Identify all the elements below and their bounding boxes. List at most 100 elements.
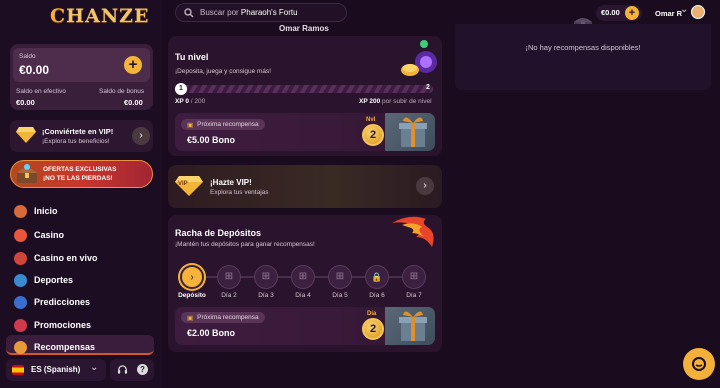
brand-logo[interactable]: CHANZE bbox=[50, 5, 150, 27]
vip-card-subtitle: Explora tus ventajas bbox=[210, 189, 269, 196]
deposit-step-arrow-icon[interactable]: › bbox=[180, 265, 204, 289]
streak-day-label: Día 7 bbox=[406, 292, 422, 299]
become-vip-card[interactable]: VIP ¡Hazte VIP! Explora tus ventajas › bbox=[168, 165, 442, 208]
sidebar-item-label: Casino en vivo bbox=[34, 253, 98, 263]
chat-icon bbox=[692, 357, 706, 371]
gift-icon: ⊞ bbox=[291, 265, 315, 289]
balance-label: Saldo bbox=[19, 53, 36, 60]
gift-icon: ⊞ bbox=[328, 265, 352, 289]
dice-icon bbox=[14, 251, 27, 265]
streak-reward-amount: €2.00 Bono bbox=[187, 328, 236, 338]
level-badge-coin: 2 bbox=[362, 124, 384, 146]
sidebar-item-label: Predicciones bbox=[34, 297, 91, 307]
vip-promo-row[interactable]: ¡Conviértete en VIP! ¡Explora tus benefi… bbox=[10, 120, 153, 152]
live-chat-button[interactable] bbox=[683, 348, 715, 380]
sidebar-item-label: Recompensas bbox=[34, 342, 96, 352]
streak-badge-label: Día bbox=[367, 311, 377, 317]
cash-balance-label: Saldo en efectivo bbox=[16, 88, 66, 95]
level-badge-label: Nvl bbox=[366, 117, 376, 123]
gem-icon bbox=[14, 318, 27, 332]
streak-badge-coin: 2 bbox=[362, 318, 384, 340]
vip-promo-title: ¡Conviértete en VIP! bbox=[42, 127, 114, 136]
level-reward-amount: €5.00 Bono bbox=[187, 135, 236, 145]
gift-icon: ⊞ bbox=[254, 265, 278, 289]
header-username[interactable]: Omar R bbox=[655, 9, 682, 18]
xp-progress-text: XP 0 / 200 bbox=[175, 98, 206, 105]
gift-icon bbox=[14, 340, 27, 354]
level-reward-box: ▣ Próxima recompensa €5.00 Bono Nvl 2 bbox=[175, 113, 435, 151]
sidebar-item-deportes[interactable]: Deportes bbox=[14, 271, 73, 289]
sidebar-item-predicciones[interactable]: Predicciones bbox=[14, 293, 90, 311]
search-input[interactable]: Pharaoh's Fortu bbox=[241, 8, 298, 17]
sidebar-item-label: Promociones bbox=[34, 320, 92, 330]
sidebar-item-inicio[interactable]: Inicio bbox=[14, 202, 58, 220]
vip-card-arrow-icon[interactable]: › bbox=[416, 177, 434, 195]
header-deposit-button[interactable]: + bbox=[625, 6, 639, 20]
streak-day-label: Día 5 bbox=[332, 292, 348, 299]
treasure-chest-icon bbox=[17, 164, 37, 183]
streak-title: Racha de Depósitos bbox=[175, 228, 262, 238]
deposit-button[interactable]: + bbox=[124, 56, 142, 74]
gift-icon: ⊞ bbox=[402, 265, 426, 289]
streak-day-label: Día 6 bbox=[369, 292, 385, 299]
level-subtitle: ¡Deposita, juega y consigue más! bbox=[175, 68, 272, 75]
gift-small-icon: ▣ bbox=[187, 121, 194, 129]
progress-stripes bbox=[175, 85, 433, 93]
coins-orb-icon bbox=[401, 40, 437, 76]
headset-icon[interactable] bbox=[117, 364, 128, 375]
help-icon[interactable]: ? bbox=[137, 364, 148, 375]
sidebar-item-recompensas[interactable]: Recompensas bbox=[14, 338, 95, 356]
header-balance[interactable]: €0.00 + bbox=[596, 5, 642, 21]
level-title: Tu nivel bbox=[175, 52, 209, 62]
language-label: ES (Spanish) bbox=[31, 365, 81, 374]
ball-icon bbox=[14, 273, 27, 287]
sidebar-item-label: Deportes bbox=[34, 275, 74, 285]
streak-day-label: Depósito bbox=[178, 292, 206, 299]
streak-day-label: Día 4 bbox=[295, 292, 311, 299]
rewards-dropdown-panel: ¡No hay recompensas disponibles! bbox=[455, 24, 711, 90]
balance-summary: Saldo €0.00 + bbox=[13, 48, 150, 82]
gift-icon: ⊞ bbox=[217, 265, 241, 289]
swords-icon bbox=[14, 204, 27, 218]
gift-small-icon: ▣ bbox=[187, 314, 194, 322]
lock-icon: 🔒 bbox=[365, 265, 389, 289]
language-selector[interactable]: ES (Spanish) ⌄ bbox=[6, 359, 106, 381]
sidebar-item-casino[interactable]: Casino bbox=[14, 226, 64, 244]
avatar[interactable] bbox=[691, 5, 705, 19]
search-icon bbox=[184, 7, 194, 17]
cash-balance-value: €0.00 bbox=[16, 98, 35, 107]
balance-amount: €0.00 bbox=[19, 63, 50, 77]
level-progress-bar bbox=[175, 85, 433, 93]
vip-promo-arrow-icon[interactable]: › bbox=[132, 127, 150, 145]
level-reward-pill: ▣ Próxima recompensa bbox=[181, 119, 265, 130]
user-menu-chevron-icon[interactable]: ⌄ bbox=[680, 4, 688, 15]
streak-day-label: Día 3 bbox=[258, 292, 274, 299]
chevron-down-icon: ⌄ bbox=[90, 362, 99, 373]
vip-card-title: ¡Hazte VIP! bbox=[210, 178, 252, 187]
vip-diamond-icon bbox=[16, 127, 36, 143]
balance-card: Saldo €0.00 + Saldo en efectivo €0.00 Sa… bbox=[10, 44, 153, 110]
streak-reward-box: ▣ Próxima recompensa €2.00 Bono Día 2 bbox=[175, 307, 435, 345]
search-bar[interactable]: Buscar por Pharaoh's Fortu bbox=[175, 3, 347, 22]
bonus-balance-label: Saldo de bonus bbox=[99, 88, 145, 95]
chart-icon bbox=[14, 295, 27, 309]
offers-line1: OFERTAS EXCLUSIVAS bbox=[43, 166, 117, 173]
streak-day-label: Día 2 bbox=[221, 292, 237, 299]
sidebar-item-label: Inicio bbox=[34, 206, 58, 216]
exclusive-offers-banner[interactable]: OFERTAS EXCLUSIVAS ¡NO TE LAS PIERDAS! bbox=[10, 160, 153, 188]
no-rewards-text: ¡No hay recompensas disponibles! bbox=[525, 43, 641, 52]
sidebar-item-promociones[interactable]: Promociones bbox=[14, 316, 91, 334]
gift-box-icon bbox=[385, 113, 435, 151]
support-bar: ? bbox=[110, 359, 154, 381]
vip-promo-subtitle: ¡Explora tus beneficios! bbox=[42, 138, 110, 145]
current-level-badge: 1 bbox=[175, 83, 187, 95]
header-balance-amount: €0.00 bbox=[601, 8, 620, 17]
sidebar-item-label: Casino bbox=[34, 230, 65, 240]
streak-reward-pill: ▣ Próxima recompensa bbox=[181, 312, 265, 323]
shield-icon bbox=[14, 228, 27, 242]
gift-box-icon bbox=[385, 307, 435, 345]
profile-username: Omar Ramos bbox=[279, 24, 329, 33]
flame-icon bbox=[392, 216, 434, 247]
next-level-label: 2 bbox=[426, 84, 430, 91]
sidebar-item-casino-en-vivo[interactable]: Casino en vivo bbox=[14, 249, 98, 267]
